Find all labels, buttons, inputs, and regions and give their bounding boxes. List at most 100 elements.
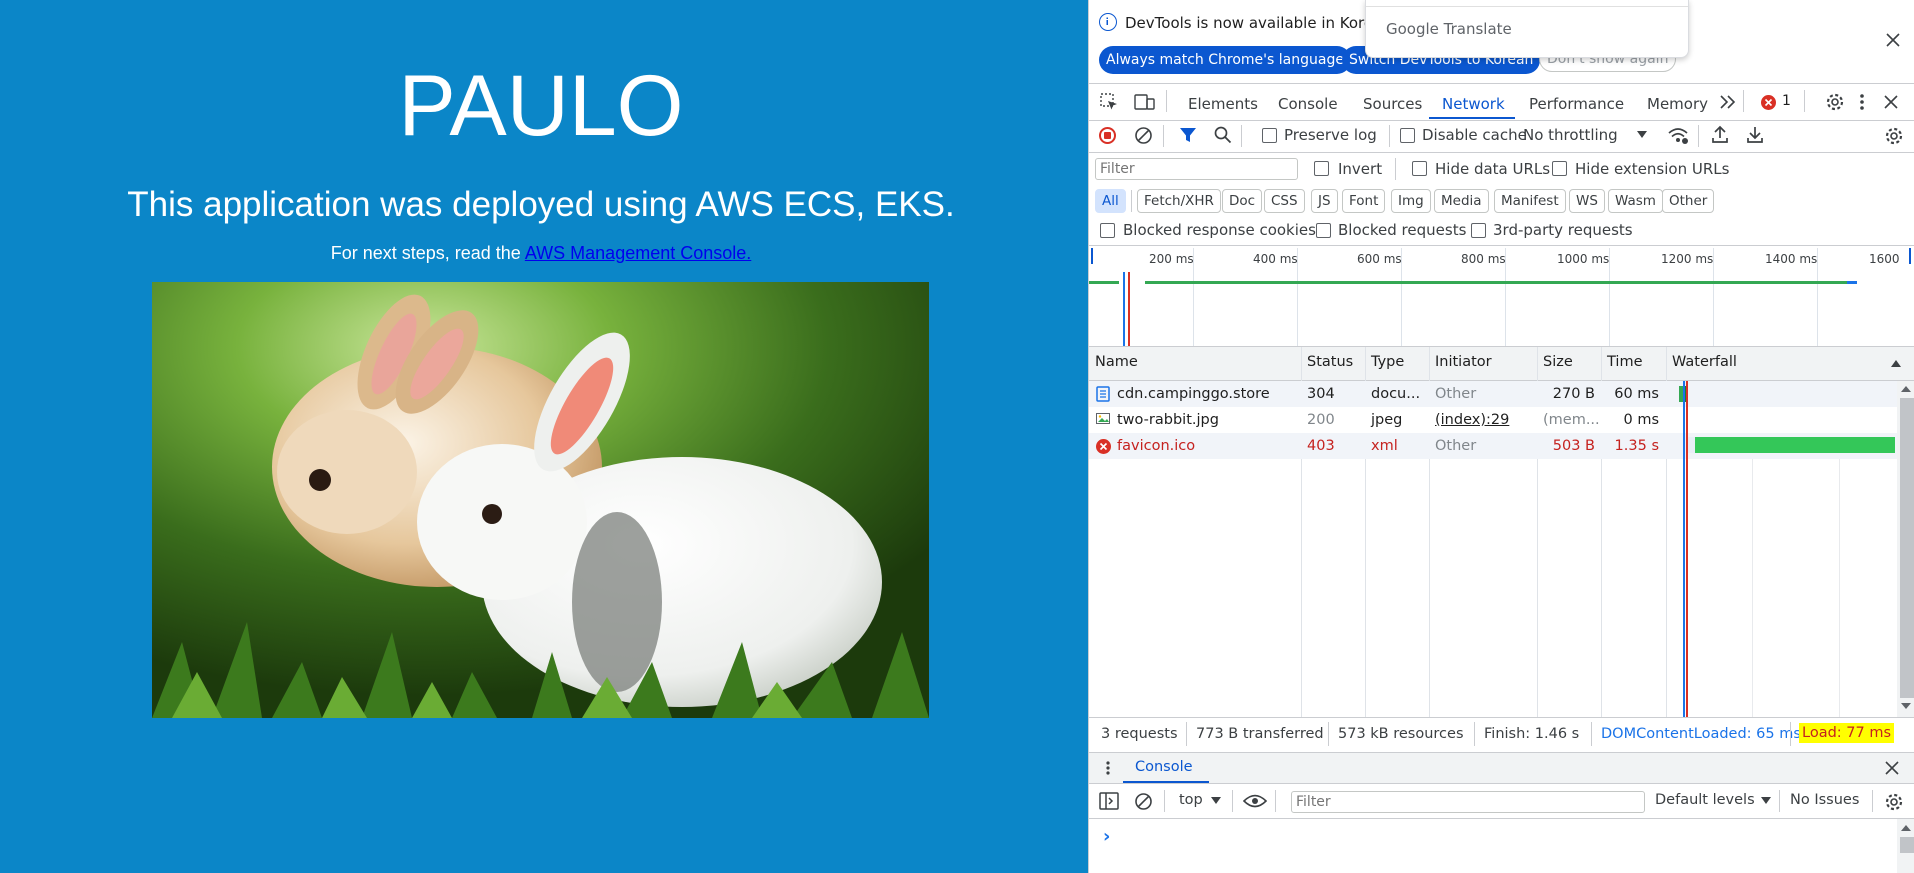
row-initiator-link[interactable]: (index):29	[1435, 411, 1509, 429]
column-time[interactable]: Time	[1607, 354, 1643, 370]
row-type: jpeg	[1371, 412, 1403, 428]
console-context-select[interactable]: top	[1179, 792, 1203, 808]
match-language-button[interactable]: Always match Chrome's language	[1099, 46, 1351, 74]
context-dropdown-icon[interactable]	[1211, 797, 1221, 805]
issues-count[interactable]: No Issues	[1790, 792, 1859, 808]
close-banner-icon[interactable]	[1886, 33, 1900, 47]
network-filter-input[interactable]	[1095, 158, 1298, 180]
overview-bar-3	[1847, 281, 1857, 284]
export-har-icon[interactable]	[1746, 125, 1764, 144]
overview-left-handle[interactable]	[1091, 248, 1093, 264]
preserve-log-checkbox[interactable]	[1262, 128, 1277, 143]
disable-cache-checkbox[interactable]	[1400, 128, 1415, 143]
summary-resources: 573 kB resources	[1338, 726, 1464, 742]
filter-chip-doc[interactable]: Doc	[1222, 189, 1263, 213]
row-status: 200	[1307, 412, 1335, 428]
row-name: cdn.campinggo.store	[1117, 386, 1270, 402]
sort-ascending-icon[interactable]	[1891, 359, 1901, 367]
row-initiator: Other	[1435, 386, 1477, 402]
more-tabs-icon[interactable]	[1719, 94, 1737, 110]
console-prompt[interactable]: ›	[1103, 826, 1110, 847]
active-tab-indicator	[1429, 117, 1515, 119]
row-name: two-rabbit.jpg	[1117, 412, 1219, 428]
tab-performance[interactable]: Performance	[1529, 92, 1624, 116]
column-size[interactable]: Size	[1543, 354, 1573, 370]
tab-sources[interactable]: Sources	[1363, 92, 1422, 116]
rabbits-photo	[152, 282, 929, 718]
tab-console[interactable]: Console	[1278, 92, 1338, 116]
column-name[interactable]: Name	[1095, 354, 1138, 370]
kebab-menu-icon[interactable]	[1859, 92, 1865, 112]
levels-dropdown-icon[interactable]	[1761, 797, 1771, 805]
column-status[interactable]: Status	[1307, 354, 1353, 370]
banner-message: DevTools is now available in Korean!	[1125, 14, 1398, 32]
filter-chip-fetch-xhr[interactable]: Fetch/XHR	[1137, 189, 1221, 213]
filter-chip-ws[interactable]: WS	[1569, 189, 1605, 213]
filter-chip-wasm[interactable]: Wasm	[1608, 189, 1663, 213]
close-devtools-icon[interactable]	[1884, 95, 1898, 109]
close-drawer-icon[interactable]	[1885, 761, 1899, 775]
console-clear-icon[interactable]	[1134, 792, 1153, 811]
blocked-cookies-checkbox[interactable]	[1100, 223, 1115, 238]
inspect-element-icon[interactable]	[1099, 92, 1119, 112]
filter-chip-media[interactable]: Media	[1434, 189, 1489, 213]
error-icon[interactable]	[1761, 95, 1776, 110]
hide-data-urls-checkbox[interactable]	[1412, 161, 1427, 176]
hide-extension-urls-checkbox[interactable]	[1552, 161, 1567, 176]
column-waterfall[interactable]: Waterfall	[1672, 354, 1737, 370]
tab-memory[interactable]: Memory	[1647, 92, 1708, 116]
console-scrollbar-thumb[interactable]	[1900, 837, 1914, 853]
drawer-tab-console[interactable]: Console	[1135, 759, 1193, 775]
blocked-requests-checkbox[interactable]	[1316, 223, 1331, 238]
search-icon[interactable]	[1214, 126, 1232, 144]
settings-gear-icon[interactable]	[1825, 92, 1845, 112]
filter-chip-manifest[interactable]: Manifest	[1494, 189, 1566, 213]
console-scroll-up-icon[interactable]	[1901, 824, 1911, 831]
page-title: PAULO	[398, 58, 684, 154]
network-conditions-icon[interactable]	[1667, 126, 1689, 145]
live-expression-eye-icon[interactable]	[1243, 794, 1267, 808]
scroll-down-icon[interactable]	[1901, 703, 1911, 710]
summary-finish: Finish: 1.46 s	[1484, 726, 1580, 742]
device-toolbar-icon[interactable]	[1134, 92, 1156, 112]
waterfall-bar	[1687, 437, 1695, 453]
error-count[interactable]: 1	[1782, 93, 1791, 109]
invert-checkbox[interactable]	[1314, 161, 1329, 176]
console-sidebar-icon[interactable]	[1099, 792, 1119, 810]
table-header	[1089, 347, 1914, 380]
throttling-select[interactable]: No throttling	[1523, 126, 1618, 144]
import-har-icon[interactable]	[1711, 125, 1729, 144]
filter-chip-font[interactable]: Font	[1342, 189, 1386, 213]
console-settings-icon[interactable]	[1884, 792, 1904, 812]
scrollbar-thumb[interactable]	[1900, 398, 1914, 698]
third-party-checkbox[interactable]	[1471, 223, 1486, 238]
overview-right-handle[interactable]	[1909, 248, 1911, 264]
aws-console-link[interactable]: AWS Management Console.	[525, 243, 751, 263]
filter-chip-css[interactable]: CSS	[1264, 189, 1305, 213]
overview-bar-2	[1145, 281, 1847, 284]
console-filter-input[interactable]	[1291, 791, 1645, 813]
drawer-menu-icon[interactable]	[1105, 760, 1111, 776]
filter-funnel-icon[interactable]	[1179, 127, 1197, 144]
network-settings-icon[interactable]	[1884, 126, 1904, 146]
filter-chip-all[interactable]: All	[1095, 189, 1126, 213]
column-initiator[interactable]: Initiator	[1435, 354, 1492, 370]
record-stop-icon[interactable]	[1099, 127, 1116, 144]
filter-chip-js[interactable]: JS	[1311, 189, 1338, 213]
log-levels-select[interactable]: Default levels	[1655, 792, 1755, 808]
column-type[interactable]: Type	[1371, 354, 1404, 370]
row-time: 60 ms	[1614, 386, 1659, 402]
waterfall-load-line	[1686, 381, 1688, 717]
filter-chip-img[interactable]: Img	[1391, 189, 1431, 213]
filter-chip-other[interactable]: Other	[1662, 189, 1715, 213]
error-icon	[1096, 439, 1111, 454]
clear-icon[interactable]	[1134, 126, 1153, 145]
tab-elements[interactable]: Elements	[1188, 92, 1258, 116]
tab-network[interactable]: Network	[1442, 92, 1505, 116]
devtools-panel: DevTools is now available in Korean! Alw…	[1088, 0, 1914, 873]
overview-tick-600: 600 ms	[1357, 252, 1402, 266]
translate-popup: Google Translate	[1365, 0, 1689, 58]
throttling-dropdown-icon[interactable]	[1637, 131, 1647, 139]
summary-dom-content-loaded: DOMContentLoaded: 65 ms	[1601, 726, 1801, 742]
scroll-up-icon[interactable]	[1901, 385, 1911, 392]
